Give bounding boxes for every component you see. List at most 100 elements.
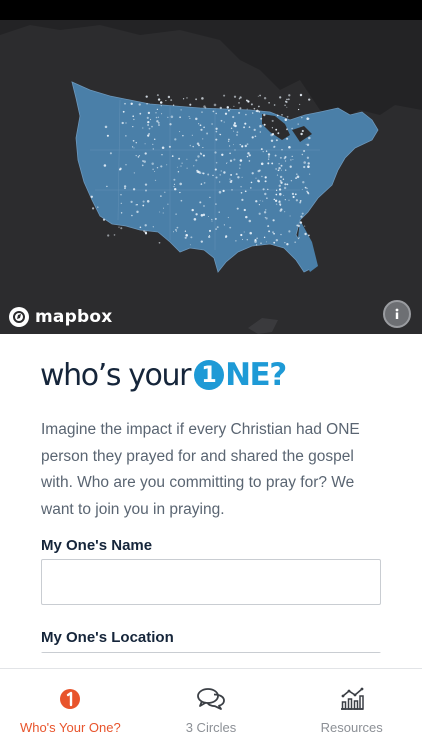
map-dot [273,241,276,244]
map-dot [278,188,282,191]
map-dot [260,148,263,151]
map-dot [136,210,139,214]
map-dot [275,238,279,242]
map-dot [124,102,126,105]
map-dot [207,173,210,176]
map-dot [304,186,307,189]
map-dot [240,185,242,188]
map-dot [109,152,112,155]
map-dot [276,174,279,176]
map-dot [261,175,263,178]
us-population-map [0,20,422,334]
map-dot [302,181,305,184]
map-dot [230,173,233,176]
map-dot [247,152,250,155]
map-dot [120,227,123,230]
map-dot [212,110,215,113]
mapbox-logo[interactable]: mapbox [9,306,112,328]
map-dot [260,242,262,244]
map-dot [275,203,278,205]
map-dot [173,183,176,186]
map-dot [279,96,282,99]
map-dot [174,138,177,141]
map-dot [279,175,283,179]
tab-whos-your-one[interactable]: Who's Your One? [0,669,141,751]
map-dot [198,171,202,175]
map-dot [296,175,300,179]
map-dot [246,155,249,158]
map-dot [171,155,174,157]
map-dot [189,244,191,246]
map-dot [301,212,304,215]
map-dot [223,224,225,226]
map-dot [259,131,261,133]
map-dot [238,102,240,104]
map-dot [90,195,93,198]
map-dot [241,198,244,202]
mapbox-wordmark: mapbox [35,307,113,327]
location-label: My One's Location [41,629,174,646]
map-dot [180,109,182,111]
map-dot [202,146,204,149]
tab-3-circles[interactable]: 3 Circles [141,669,282,751]
map-dot [249,187,252,189]
map-dot [278,167,281,170]
map-dot [169,123,172,126]
map-dot [263,96,267,100]
map-dot [224,112,228,115]
map-dot [144,224,147,227]
map-dot [286,128,288,131]
map-dot [234,124,237,128]
map-dot [284,104,286,107]
map-dot [246,143,249,146]
tab-resources[interactable]: Resources [281,669,422,751]
map-dot [157,121,160,124]
map-dot [152,226,154,228]
map-view[interactable]: mapbox [0,20,422,334]
map-dot [196,171,198,173]
map-dot [259,200,261,202]
map-dot [238,111,241,114]
map-dot [218,190,222,194]
map-dot [146,116,149,119]
map-dot [178,157,181,160]
map-dot [229,108,231,110]
map-dot [258,212,261,215]
map-dot [145,95,148,98]
map-dot [272,219,275,222]
map-dot [184,230,187,232]
map-dot [148,127,151,130]
map-dot [197,155,200,158]
map-dot [174,228,177,231]
map-dot [275,194,278,196]
map-dot [289,165,292,168]
map-dot [154,179,157,182]
map-dot [259,94,261,97]
map-dot [279,156,282,159]
map-dot [225,236,227,239]
map-dot [179,182,182,186]
map-dot [208,235,211,239]
map-dot [251,172,254,175]
map-dot [244,144,247,148]
map-dot [285,160,287,162]
name-input[interactable] [41,559,381,605]
map-dot [284,183,287,186]
map-dot [161,113,163,115]
map-dot [241,176,243,178]
map-dot [295,199,299,202]
map-dot [288,199,290,201]
map-dot [211,123,213,125]
map-dot [235,173,238,176]
map-dot [229,152,231,155]
map-dot [125,135,127,137]
info-icon[interactable] [383,300,411,328]
map-dot [265,150,268,152]
map-dot [295,177,298,180]
map-dot [208,235,211,237]
map-dot [256,237,258,240]
map-dot [299,221,303,224]
map-dot [288,145,291,149]
map-dot [255,200,258,203]
intro-text: Imagine the impact if every Christian ha… [41,421,360,518]
